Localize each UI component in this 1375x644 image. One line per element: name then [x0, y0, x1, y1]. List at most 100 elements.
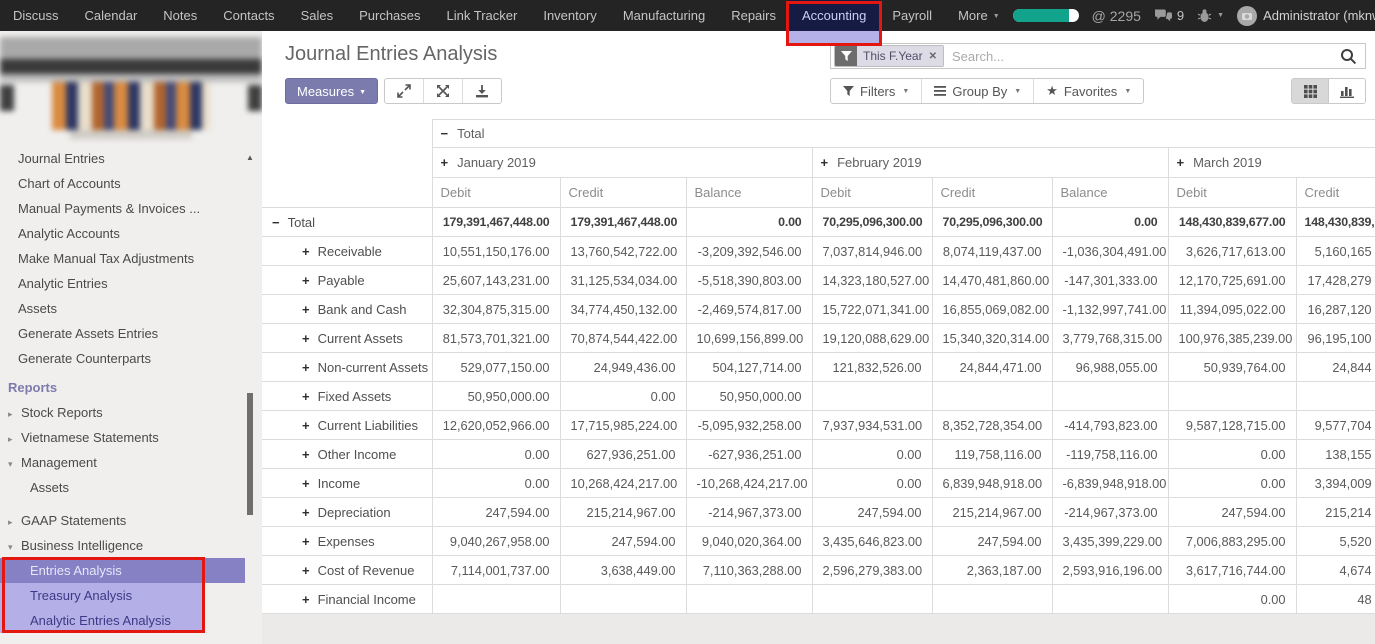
user-menu[interactable]: Administrator (mknwyp... ▼ — [1237, 6, 1375, 26]
sidebar-scrollbar[interactable] — [247, 393, 253, 515]
expand-icon[interactable]: + — [302, 302, 310, 317]
pivot-row-header-receivable[interactable]: +Receivable — [262, 237, 432, 266]
collapse-icon[interactable]: − — [272, 215, 280, 230]
pivot-row-header-expenses[interactable]: +Expenses — [262, 527, 432, 556]
nav-menu-purchases[interactable]: Purchases — [346, 0, 433, 31]
pivot-row-header-bank-and-cash[interactable]: +Bank and Cash — [262, 295, 432, 324]
pivot-row-header-current-liabilities[interactable]: + Current Liabilities — [262, 411, 432, 440]
expand-icon[interactable]: + — [302, 592, 310, 607]
pivot-row-header-non-current-assets[interactable]: +Non-current Assets — [262, 353, 432, 382]
pivot-row-header-cost-of-revenue[interactable]: +Cost of Revenue — [262, 556, 432, 585]
search-bar[interactable]: This F.Year ✕ — [830, 43, 1366, 69]
nav-menu-accounting[interactable]: Accounting — [789, 0, 879, 31]
pivot-row-header-payable[interactable]: +Payable — [262, 266, 432, 295]
nav-menu-sales[interactable]: Sales — [288, 0, 347, 31]
download-button[interactable] — [462, 79, 501, 103]
pivot-measure-header-debit[interactable]: Debit — [432, 178, 560, 208]
nav-menu-discuss[interactable]: Discuss — [0, 0, 72, 31]
measures-button[interactable]: Measures▼ — [285, 78, 378, 104]
scroll-up-arrow-icon[interactable]: ▲ — [246, 153, 254, 162]
sidebar-item-assets[interactable]: Assets — [0, 296, 262, 321]
graph-view-button[interactable] — [1328, 79, 1365, 103]
collapse-icon[interactable]: − — [441, 126, 449, 141]
sidebar-item-chart-of-accounts[interactable]: Chart of Accounts — [0, 171, 262, 196]
sidebar-item-generate-counterparts[interactable]: Generate Counterparts — [0, 346, 262, 371]
sidebar-item-generate-assets-entries[interactable]: Generate Assets Entries — [0, 321, 262, 346]
sidebar-item-management[interactable]: ▾Management — [0, 450, 262, 475]
expand-icon[interactable]: + — [302, 360, 310, 375]
expand-icon[interactable]: + — [302, 331, 310, 346]
nav-menu-inventory[interactable]: Inventory — [530, 0, 609, 31]
expand-icon[interactable]: + — [302, 273, 310, 288]
messages-counter[interactable]: 9 — [1154, 8, 1184, 23]
sidebar-item-analytic-entries[interactable]: Analytic Entries — [0, 271, 262, 296]
search-input[interactable] — [944, 49, 1340, 64]
debug-menu[interactable]: ▼ — [1197, 8, 1224, 23]
expand-icon[interactable]: + — [441, 155, 449, 170]
pivot-cell: 247,594.00 — [812, 498, 932, 527]
expand-icon[interactable]: + — [302, 563, 310, 578]
nav-menu-manufacturing[interactable]: Manufacturing — [610, 0, 718, 31]
pivot-row-header-fixed-assets[interactable]: +Fixed Assets — [262, 382, 432, 411]
pivot-column-total-header[interactable]: −Total — [432, 120, 1375, 148]
sidebar-item-entries-analysis[interactable]: Entries Analysis — [0, 558, 245, 583]
search-icon[interactable] — [1340, 48, 1357, 65]
pivot-row-header-income[interactable]: +Income — [262, 469, 432, 498]
expand-icon[interactable]: + — [302, 447, 310, 462]
pivot-row-header-total[interactable]: −Total — [262, 208, 432, 237]
nav-menu-notes[interactable]: Notes — [150, 0, 210, 31]
search-facet[interactable]: This F.Year ✕ — [834, 45, 944, 67]
pivot-month-header-february-2019[interactable]: +February 2019 — [812, 148, 1168, 178]
expand-icon[interactable]: + — [821, 155, 829, 170]
pivot-measure-header-credit[interactable]: Credit — [560, 178, 686, 208]
pivot-view-button[interactable] — [1292, 79, 1328, 103]
favorites-button[interactable]: ★ Favorites▼ — [1033, 79, 1143, 103]
expand-icon[interactable]: + — [1177, 155, 1185, 170]
sidebar-item-journal-entries[interactable]: Journal Entries — [0, 146, 262, 171]
sidebar-item-manual-payments-invoices[interactable]: Manual Payments & Invoices ... — [0, 196, 262, 221]
expand-icon[interactable]: + — [302, 534, 310, 549]
pivot-measure-header-debit[interactable]: Debit — [1168, 178, 1296, 208]
remove-facet-icon[interactable]: ✕ — [929, 51, 937, 62]
nav-menu-calendar[interactable]: Calendar — [72, 0, 151, 31]
expand-icon[interactable]: + — [302, 476, 310, 491]
expand-icon[interactable]: + — [302, 505, 310, 520]
flip-axis-button[interactable] — [423, 79, 462, 103]
sidebar-item-analytic-entries-analysis[interactable]: Analytic Entries Analysis — [0, 608, 205, 633]
nav-menu-link-tracker[interactable]: Link Tracker — [434, 0, 531, 31]
row-label: Current Liabilities — [318, 418, 418, 433]
expand-icon[interactable]: + — [302, 418, 310, 433]
sidebar-item-invoi[interactable]: Invoi — [0, 637, 262, 644]
pivot-row-header-depreciation[interactable]: +Depreciation — [262, 498, 432, 527]
pivot-row-header-financial-income[interactable]: + Financial Income — [262, 585, 432, 614]
nav-menu-payroll[interactable]: Payroll — [879, 0, 945, 31]
pivot-measure-header-debit[interactable]: Debit — [812, 178, 932, 208]
nav-menu-more[interactable]: More▼ — [945, 0, 1013, 31]
row-label: Financial Income — [318, 592, 416, 607]
expand-icon[interactable]: + — [302, 389, 310, 404]
mention-counter[interactable]: @ 2295 — [1092, 8, 1141, 24]
sidebar-item-treasury-analysis[interactable]: Treasury Analysis — [0, 583, 205, 608]
nav-menu-contacts[interactable]: Contacts — [210, 0, 287, 31]
sidebar-item-make-manual-tax-adjustments[interactable]: Make Manual Tax Adjustments — [0, 246, 262, 271]
pivot-measure-header-balance[interactable]: Balance — [686, 178, 812, 208]
sidebar-item-vietnamese-statements[interactable]: ▸Vietnamese Statements — [0, 425, 262, 450]
sidebar-item-analytic-accounts[interactable]: Analytic Accounts — [0, 221, 262, 246]
pivot-row-header-current-assets[interactable]: +Current Assets — [262, 324, 432, 353]
pivot-measure-header-credit[interactable]: Credit — [932, 178, 1052, 208]
pivot-month-header-march-2019[interactable]: +March 2019 — [1168, 148, 1375, 178]
nav-menu-repairs[interactable]: Repairs — [718, 0, 789, 31]
filters-button[interactable]: Filters▼ — [831, 79, 921, 103]
pivot-cell: 3,638,449.00 — [560, 556, 686, 585]
pivot-month-header-january-2019[interactable]: +January 2019 — [432, 148, 812, 178]
expand-all-button[interactable] — [385, 79, 423, 103]
pivot-measure-header-balance[interactable]: Balance — [1052, 178, 1168, 208]
sidebar-item-stock-reports[interactable]: ▸Stock Reports — [0, 400, 262, 425]
group-by-button[interactable]: Group By▼ — [921, 79, 1033, 103]
expand-icon[interactable]: + — [302, 244, 310, 259]
sidebar-item-business-intelligence[interactable]: ▾Business Intelligence — [0, 533, 262, 558]
pivot-row-header-other-income[interactable]: +Other Income — [262, 440, 432, 469]
pivot-measure-header-credit[interactable]: Credit — [1296, 178, 1375, 208]
sidebar-item-assets[interactable]: Assets — [0, 475, 262, 500]
sidebar-item-gaap-statements[interactable]: ▸GAAP Statements — [0, 508, 262, 533]
